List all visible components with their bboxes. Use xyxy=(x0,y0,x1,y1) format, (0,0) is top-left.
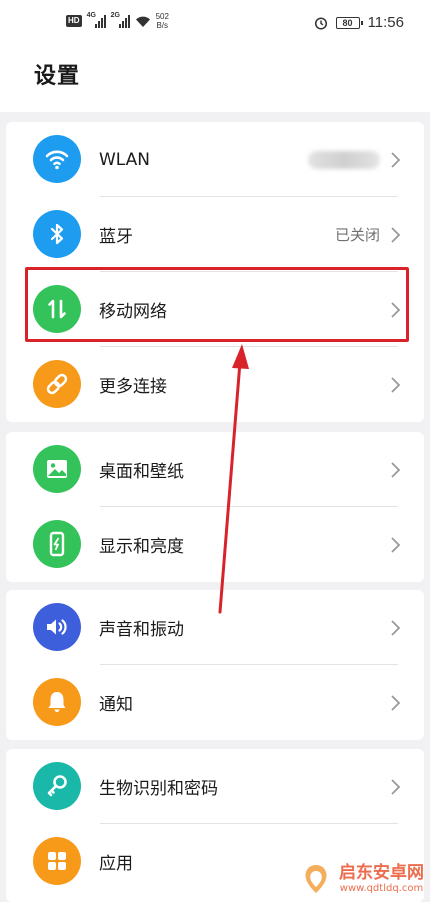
settings-group-display: 桌面和壁纸 显示和亮度 xyxy=(6,432,424,582)
watermark: 启东安卓网 www.qdtldq.com xyxy=(299,862,424,896)
wifi-icon xyxy=(33,135,81,183)
chevron-right-icon xyxy=(391,301,401,318)
mobile-data-icon xyxy=(33,285,81,333)
battery-icon: 80 xyxy=(335,16,363,29)
network-speed: 502 B/s xyxy=(155,12,169,30)
settings-item-label: 移动网络 xyxy=(99,302,167,322)
chevron-right-icon xyxy=(391,778,401,795)
settings-item-label: 显示和亮度 xyxy=(99,537,184,557)
status-bar: HD 4G 2G 502 B/s 80 11:56 xyxy=(0,0,430,46)
bluetooth-status: 已关闭 xyxy=(334,226,380,244)
signal-icon-secondary: 2G xyxy=(111,12,130,28)
bell-icon xyxy=(33,678,81,726)
signal-icon: 4G xyxy=(87,12,106,28)
chevron-right-icon xyxy=(391,619,401,636)
key-icon xyxy=(33,762,81,810)
alarm-icon xyxy=(314,16,327,30)
settings-item-label: 应用 xyxy=(99,854,133,874)
settings-group-connectivity: WLAN 蓝牙 已关闭 移动网络 更多连接 xyxy=(6,122,424,422)
chevron-right-icon xyxy=(391,694,401,711)
settings-item-label: 声音和振动 xyxy=(99,620,184,640)
settings-item-display-brightness[interactable]: 显示和亮度 xyxy=(6,507,424,582)
chevron-right-icon xyxy=(391,536,401,553)
settings-group-sound: 声音和振动 通知 xyxy=(6,590,424,740)
settings-screen: HD 4G 2G 502 B/s 80 11:56 设置 WLAN 蓝牙 已关闭… xyxy=(0,0,430,902)
apps-icon xyxy=(33,837,81,885)
hd-badge: HD xyxy=(66,15,82,27)
chevron-right-icon xyxy=(391,226,401,243)
page-title: 设置 xyxy=(34,64,81,89)
watermark-text: 启东安卓网 xyxy=(339,863,424,883)
wifi-status-icon xyxy=(135,16,150,27)
bluetooth-icon xyxy=(33,210,81,258)
chevron-right-icon xyxy=(391,461,401,478)
sound-icon xyxy=(33,603,81,651)
wallpaper-icon xyxy=(33,445,81,493)
settings-item-label: 生物识别和密码 xyxy=(99,779,218,799)
settings-item-label: 蓝牙 xyxy=(99,227,133,247)
wlan-network-name-blurred xyxy=(308,150,380,169)
settings-item-label: 桌面和壁纸 xyxy=(99,462,184,482)
status-time: 11:56 xyxy=(367,14,404,31)
chevron-right-icon xyxy=(391,376,401,393)
display-icon xyxy=(33,520,81,568)
header: 设置 xyxy=(0,46,430,112)
settings-item-label: 更多连接 xyxy=(99,377,167,397)
chevron-right-icon xyxy=(391,151,401,168)
link-icon xyxy=(33,360,81,408)
settings-item-sound-vibration[interactable]: 声音和振动 xyxy=(6,590,424,665)
settings-item-bluetooth[interactable]: 蓝牙 已关闭 xyxy=(6,197,424,272)
watermark-logo-icon xyxy=(305,865,327,893)
watermark-url: www.qdtldq.com xyxy=(339,883,424,894)
settings-item-mobile-network[interactable]: 移动网络 xyxy=(6,272,424,347)
settings-item-label: 通知 xyxy=(99,695,133,715)
settings-item-more-connections[interactable]: 更多连接 xyxy=(6,347,424,422)
settings-item-biometrics-password[interactable]: 生物识别和密码 xyxy=(6,749,424,824)
settings-item-notifications[interactable]: 通知 xyxy=(6,665,424,740)
settings-item-label: WLAN xyxy=(99,149,151,170)
settings-item-wallpaper[interactable]: 桌面和壁纸 xyxy=(6,432,424,507)
settings-item-wlan[interactable]: WLAN xyxy=(6,122,424,197)
